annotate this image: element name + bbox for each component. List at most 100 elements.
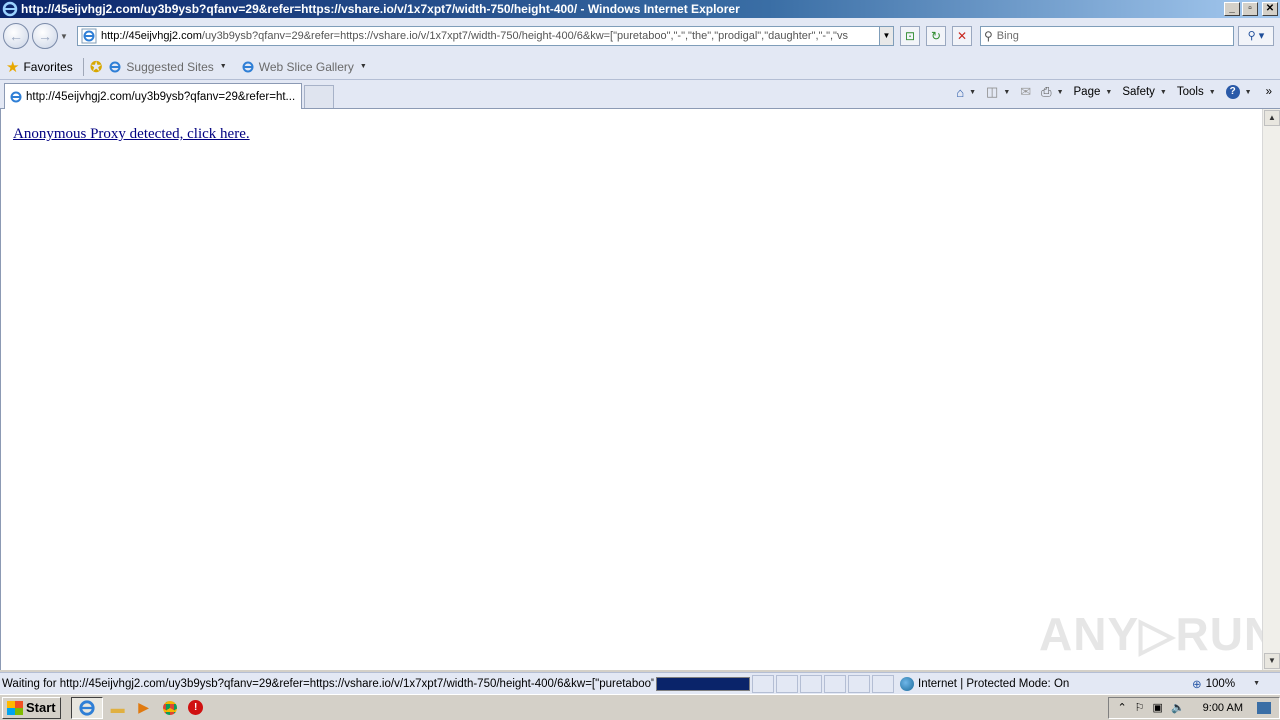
status-text: Waiting for http://45eijvhgj2.com/uy3b9y…	[2, 677, 654, 690]
forward-arrow-icon: →	[38, 28, 52, 44]
security-zone-label: Internet | Protected Mode: On	[918, 677, 1070, 690]
taskbar-ie-button[interactable]	[70, 696, 103, 719]
search-box[interactable]: ⚲ Bing	[980, 26, 1234, 46]
refresh-icon: ↻	[930, 29, 942, 43]
scroll-up-button[interactable]: ▲	[1264, 110, 1280, 126]
status-cell	[848, 674, 870, 693]
status-bar: Waiting for http://45eijvhgj2.com/uy3b9y…	[0, 672, 1280, 694]
network-icon[interactable]: ▣	[1153, 701, 1163, 714]
status-cell	[752, 674, 774, 693]
proxy-detected-link[interactable]: Anonymous Proxy detected, click here.	[13, 126, 250, 143]
start-button[interactable]: Start	[2, 696, 61, 719]
feeds-icon: ◫	[986, 84, 999, 99]
tray-chevron-icon[interactable]: ⌃	[1117, 701, 1126, 714]
taskbar-chrome-button[interactable]	[159, 697, 181, 719]
chevron-down-icon: ▼	[219, 63, 227, 70]
chevron-down-icon: ▼	[359, 63, 367, 70]
recent-pages-dropdown[interactable]: ▼	[60, 32, 70, 41]
vertical-scrollbar[interactable]: ▲ ▼	[1262, 109, 1280, 670]
scroll-down-button[interactable]: ▼	[1264, 653, 1280, 669]
search-icon: ⚲ ▾	[1247, 30, 1265, 42]
tab-label: http://45eijvhgj2.com/uy3b9ysb?qfanv=29&…	[26, 90, 296, 103]
refresh-button[interactable]: ↻	[926, 26, 946, 46]
restore-button[interactable]: ▫	[1242, 2, 1258, 16]
show-desktop-icon[interactable]	[1257, 701, 1271, 714]
chevron-down-icon: ▼	[969, 88, 977, 96]
compatibility-view-button[interactable]: ⊡	[900, 26, 920, 46]
address-domain: http://45eijvhgj2.com	[101, 30, 202, 42]
safety-menu[interactable]: Safety ▼	[1122, 86, 1167, 98]
address-url[interactable]: http://45eijvhgj2.com/uy3b9ysb?qfanv=29&…	[101, 30, 879, 42]
search-button[interactable]: ⚲ ▾	[1238, 26, 1274, 46]
home-icon: ⌂	[956, 84, 965, 100]
favorites-star-icon: ★	[6, 58, 20, 76]
add-favorite-icon[interactable]: ✪	[90, 58, 103, 76]
ie-icon	[79, 699, 95, 716]
web-slice-gallery-button[interactable]: Web Slice Gallery ▼	[241, 60, 367, 74]
stop-button[interactable]: ✕	[952, 26, 972, 46]
web-slice-icon	[242, 61, 254, 72]
read-mail-button[interactable]: ✉	[1020, 84, 1031, 100]
back-button[interactable]: ←	[3, 23, 29, 49]
tools-menu-label: Tools	[1176, 86, 1204, 98]
tab-bar: http://45eijvhgj2.com/uy3b9ysb?qfanv=29&…	[0, 80, 1280, 109]
mail-icon: ✉	[1020, 84, 1032, 99]
status-cell	[800, 674, 822, 693]
favorites-label: Favorites	[23, 59, 73, 74]
home-button[interactable]: ⌂ ▼	[956, 85, 976, 100]
navigation-bar: ← → ▼ http://45eijvhgj2.com/uy3b9ysb?qfa…	[0, 18, 1280, 54]
tools-menu[interactable]: Tools ▼	[1177, 86, 1216, 98]
print-button[interactable]: ⎙ ▼	[1041, 84, 1063, 100]
clock[interactable]: 9:00 AM	[1203, 702, 1243, 714]
page-viewport: Anonymous Proxy detected, click here. AN…	[0, 109, 1277, 670]
command-bar: ⌂ ▼ ◫ ▼ ✉ ⎙ ▼ Page ▼ Safety ▼ Tools ▼ ? ▼ »	[956, 84, 1272, 100]
page-menu[interactable]: Page ▼	[1074, 86, 1113, 98]
address-dropdown-icon[interactable]: ▼	[879, 27, 893, 45]
tab-active[interactable]: http://45eijvhgj2.com/uy3b9ysb?qfanv=29&…	[4, 83, 302, 109]
media-player-icon: ▶	[138, 699, 150, 715]
web-slice-gallery-label: Web Slice Gallery	[258, 59, 354, 74]
start-label: Start	[26, 700, 56, 715]
favorites-divider	[82, 57, 84, 76]
minimize-button[interactable]: _	[1224, 2, 1240, 16]
page-ie-icon	[81, 28, 97, 44]
alert-icon: !	[188, 700, 204, 715]
zoom-control[interactable]: ⊕ 100% ▼	[1192, 677, 1260, 691]
suggested-sites-button[interactable]: Suggested Sites ▼	[108, 60, 227, 74]
more-commands-icon[interactable]: »	[1266, 86, 1272, 98]
feeds-button[interactable]: ◫ ▼	[986, 84, 1010, 100]
address-bar[interactable]: http://45eijvhgj2.com/uy3b9ysb?qfanv=29&…	[77, 26, 894, 46]
compatibility-icon: ⊡	[904, 29, 916, 43]
chevron-down-icon: ▼	[1056, 88, 1064, 96]
chevron-down-icon: ▼	[1159, 88, 1167, 96]
status-cell	[824, 674, 846, 693]
taskbar-alert-button[interactable]: !	[185, 697, 207, 719]
zoom-icon: ⊕	[1192, 678, 1202, 691]
ie-logo-icon	[2, 1, 18, 17]
page-menu-label: Page	[1073, 86, 1101, 98]
security-zone[interactable]: Internet | Protected Mode: On	[900, 676, 1140, 691]
system-tray: ⌃ ⚐ ▣ 🔈 9:00 AM	[1108, 696, 1280, 719]
taskbar-media-player-button[interactable]: ▶	[133, 697, 155, 719]
status-cell	[872, 674, 894, 693]
volume-icon[interactable]: 🔈	[1171, 701, 1185, 714]
address-path: /uy3b9ysb?qfanv=29&refer=https://vshare.…	[201, 30, 848, 42]
stop-icon: ✕	[956, 29, 968, 43]
suggested-sites-icon	[109, 61, 121, 72]
chevron-down-icon: ▼	[1003, 88, 1011, 96]
safety-menu-label: Safety	[1122, 86, 1155, 98]
new-tab-button[interactable]	[304, 85, 334, 108]
help-menu[interactable]: ? ▼	[1225, 85, 1252, 99]
close-button[interactable]: ✕	[1262, 2, 1278, 16]
favorites-button[interactable]: ★ Favorites	[6, 58, 73, 76]
print-icon: ⎙	[1041, 84, 1052, 99]
action-center-flag-icon[interactable]: ⚐	[1135, 701, 1145, 714]
taskbar-explorer-button[interactable]: ▬	[107, 697, 129, 719]
chevron-down-icon: ▼	[1253, 680, 1260, 687]
forward-button[interactable]: →	[32, 23, 58, 49]
anyrun-watermark: ANY▷RUN	[1039, 608, 1279, 660]
windows-flag-icon	[7, 700, 23, 715]
window-titlebar: http://45eijvhgj2.com/uy3b9ysb?qfanv=29&…	[0, 0, 1280, 18]
progress-fill	[657, 677, 749, 690]
favorites-bar: ★ Favorites ✪ Suggested Sites ▼ Web Slic…	[0, 54, 1280, 80]
